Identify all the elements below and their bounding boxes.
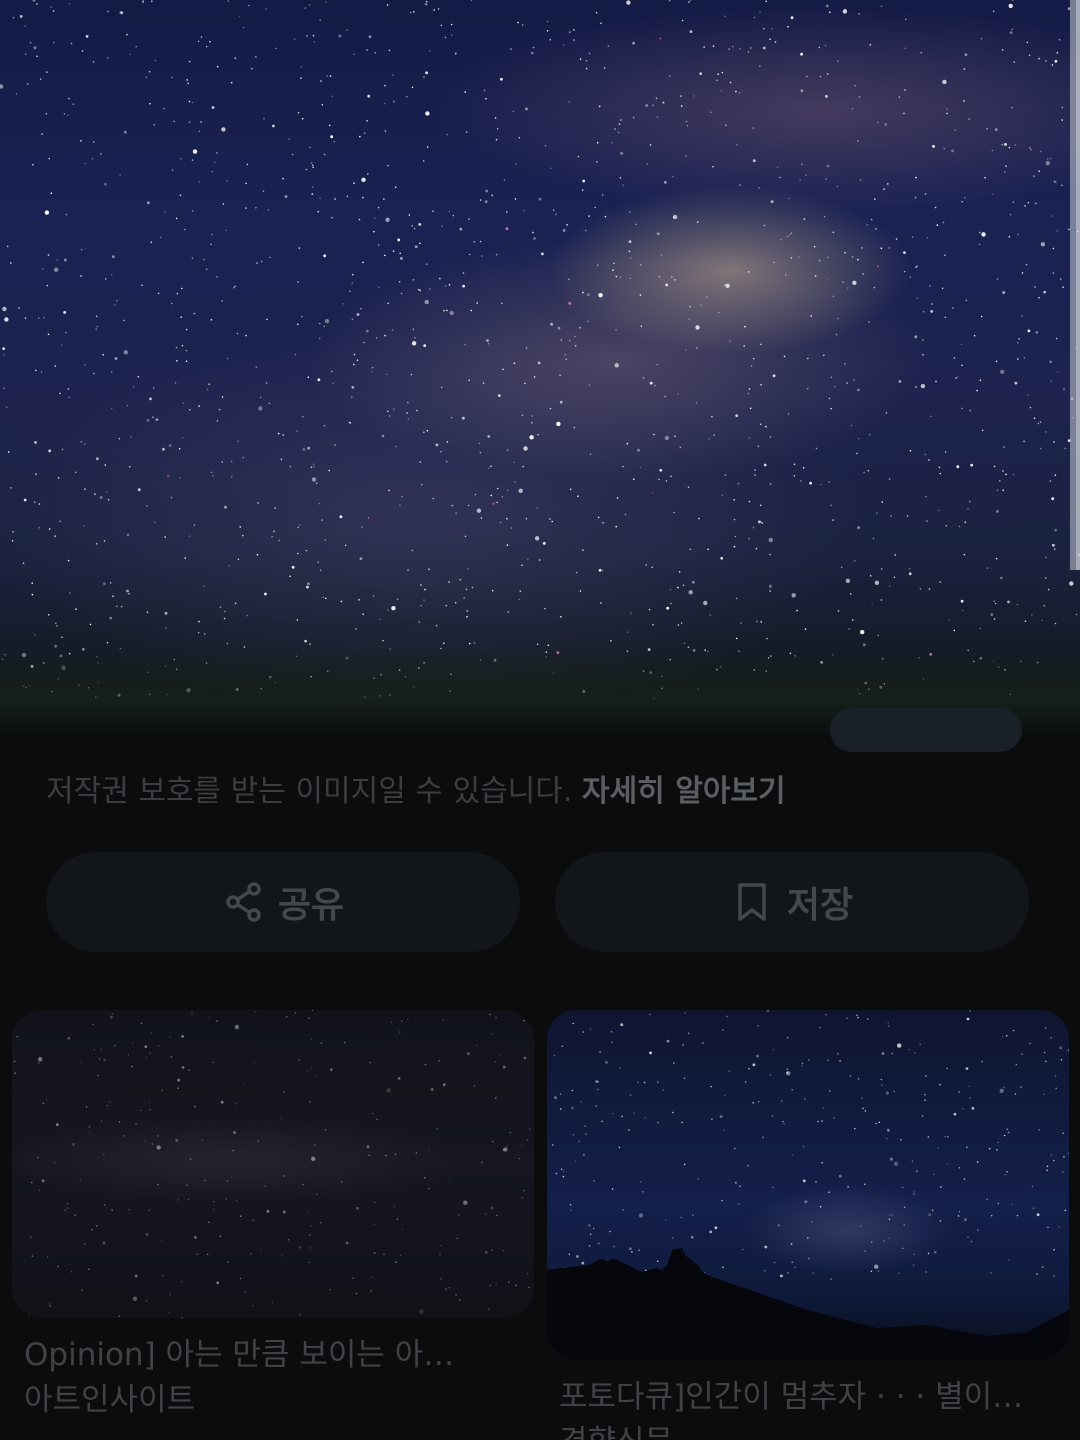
scrollbar[interactable] [1070,0,1080,570]
main-image[interactable] [0,0,1080,736]
related-source: 경향신문 [547,1420,1069,1440]
thumbnail-stars [13,1010,531,1318]
related-title[interactable]: 포토다큐]인간이 멈추자 · · · 별이… [547,1374,1069,1420]
related-card[interactable]: 포토다큐]인간이 멈추자 · · · 별이… 경향신문 [547,1010,1069,1440]
save-label: 저장 [786,885,854,926]
image-viewer-screen: 저작권 보호를 받는 이미지일 수 있습니다. 자세히 알아보기 공유 저장 O… [0,0,1080,1440]
share-button[interactable]: 공유 [46,852,520,952]
share-label: 공유 [277,885,345,926]
tree-silhouette [547,1248,1069,1360]
star-field [0,0,1080,700]
thumbnail-stars [547,1010,1069,1360]
related-card[interactable]: Opinion] 아는 만큼 보이는 아… 아트인사이트 [12,1010,534,1422]
related-title[interactable]: Opinion] 아는 만큼 보이는 아… [12,1332,534,1378]
visit-chip[interactable] [830,708,1022,752]
bookmark-icon [731,880,775,924]
share-icon [222,880,266,924]
copyright-text: 저작권 보호를 받는 이미지일 수 있습니다. [46,774,573,809]
related-thumbnail[interactable] [12,1010,534,1318]
copyright-notice: 저작권 보호를 받는 이미지일 수 있습니다. 자세히 알아보기 [46,766,1046,810]
related-source: 아트인사이트 [24,1382,196,1418]
learn-more-link[interactable]: 자세히 알아보기 [582,774,786,809]
save-button[interactable]: 저장 [555,852,1029,952]
related-thumbnail[interactable] [547,1010,1069,1360]
